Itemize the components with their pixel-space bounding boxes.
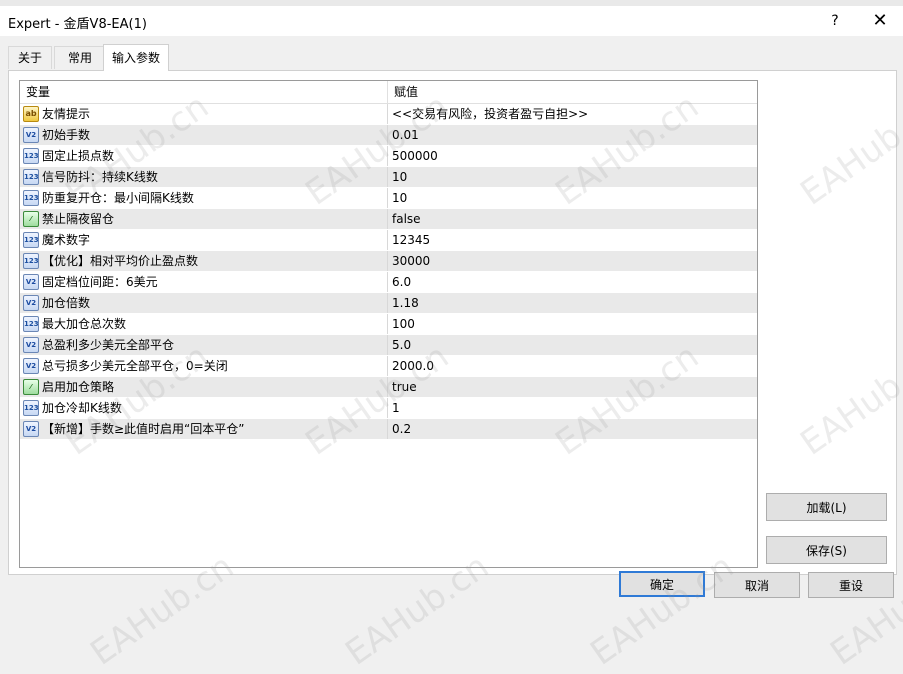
cell-divider: [387, 314, 388, 334]
cell-divider: [387, 167, 388, 187]
parameter-name: 总亏损多少美元全部平仓，0=关闭: [42, 359, 228, 373]
parameter-value[interactable]: 2000.0: [392, 356, 434, 376]
cell-divider: [387, 356, 388, 376]
table-row[interactable]: 123 【优化】相对平均价止盈点数 30000: [20, 251, 757, 272]
string-type-icon: ab: [23, 106, 39, 122]
table-row[interactable]: 123 防重复开仓：最小间隔K线数 10: [20, 188, 757, 209]
double-type-icon: V2: [23, 421, 39, 437]
parameter-name: 加仓冷却K线数: [42, 401, 122, 415]
parameter-name: 总盈利多少美元全部平仓: [42, 338, 175, 352]
parameter-name: 【优化】相对平均价止盈点数: [42, 254, 199, 268]
reset-button[interactable]: 重设: [808, 572, 894, 598]
parameter-value[interactable]: 100: [392, 314, 415, 334]
boolean-type-icon: ⁄: [23, 211, 39, 227]
cell-divider: [387, 251, 388, 271]
table-row[interactable]: V2 固定档位间距：6美元 6.0: [20, 272, 757, 293]
cell-divider: [387, 146, 388, 166]
cell-divider: [387, 293, 388, 313]
title-bar: Expert - 金盾V8-EA(1) ? ✕: [0, 6, 903, 36]
header-variable[interactable]: 变量: [26, 81, 50, 103]
cell-divider: [387, 125, 388, 145]
table-row[interactable]: ab 友情提示 <<交易有风险，投资者盈亏自担>>: [20, 104, 757, 125]
parameter-name: 加仓倍数: [42, 296, 91, 310]
integer-type-icon: 123: [23, 232, 39, 248]
parameter-value[interactable]: 10: [392, 188, 407, 208]
double-type-icon: V2: [23, 295, 39, 311]
load-button[interactable]: 加载(L): [766, 493, 887, 521]
save-button[interactable]: 保存(S): [766, 536, 887, 564]
cell-divider: [387, 398, 388, 418]
parameter-value[interactable]: false: [392, 209, 421, 229]
parameter-value[interactable]: 0.01: [392, 125, 419, 145]
close-button[interactable]: ✕: [860, 6, 900, 36]
table-row[interactable]: V2 【新增】手数≥此值时启用“回本平仓” 0.2: [20, 419, 757, 440]
parameter-value[interactable]: 500000: [392, 146, 438, 166]
table-row[interactable]: 123 魔术数字 12345: [20, 230, 757, 251]
parameter-value[interactable]: 0.2: [392, 419, 411, 439]
table-row[interactable]: 123 加仓冷却K线数 1: [20, 398, 757, 419]
integer-type-icon: 123: [23, 169, 39, 185]
table-row[interactable]: ⁄ 禁止隔夜留仓 false: [20, 209, 757, 230]
window-title: Expert - 金盾V8-EA(1): [8, 17, 147, 32]
cell-divider: [387, 272, 388, 292]
boolean-type-icon: ⁄: [23, 379, 39, 395]
table-row[interactable]: V2 总盈利多少美元全部平仓 5.0: [20, 335, 757, 356]
table-row[interactable]: V2 初始手数 0.01: [20, 125, 757, 146]
parameter-name: 友情提示: [42, 107, 91, 121]
parameter-name: 魔术数字: [42, 233, 91, 247]
parameter-value[interactable]: 1.18: [392, 293, 419, 313]
double-type-icon: V2: [23, 337, 39, 353]
double-type-icon: V2: [23, 127, 39, 143]
parameter-name: 禁止隔夜留仓: [42, 212, 115, 226]
table-header: 变量 赋值: [20, 81, 757, 104]
parameter-value[interactable]: 6.0: [392, 272, 411, 292]
integer-type-icon: 123: [23, 190, 39, 206]
cell-divider: [387, 230, 388, 250]
parameter-value[interactable]: 12345: [392, 230, 430, 250]
parameter-name: 防重复开仓：最小间隔K线数: [42, 191, 194, 205]
table-rows: ab 友情提示 <<交易有风险，投资者盈亏自担>> V2 初始手数 0.01 123 固定止损…: [20, 104, 757, 440]
integer-type-icon: 123: [23, 148, 39, 164]
column-divider[interactable]: [387, 81, 388, 103]
tab-inputs[interactable]: 输入参数: [103, 44, 169, 71]
table-row[interactable]: 123 固定止损点数 500000: [20, 146, 757, 167]
table-row[interactable]: 123 最大加仓总次数 100: [20, 314, 757, 335]
cell-divider: [387, 419, 388, 439]
cell-divider: [387, 209, 388, 229]
parameter-name: 固定档位间距：6美元: [42, 275, 158, 289]
cell-divider: [387, 377, 388, 397]
parameter-value[interactable]: 10: [392, 167, 407, 187]
ok-button[interactable]: 确定: [619, 571, 705, 597]
table-row[interactable]: ⁄ 启用加仓策略 true: [20, 377, 757, 398]
tab-about[interactable]: 关于: [8, 46, 52, 69]
integer-type-icon: 123: [23, 316, 39, 332]
table-row[interactable]: V2 总亏损多少美元全部平仓，0=关闭 2000.0: [20, 356, 757, 377]
parameter-name: 【新增】手数≥此值时启用“回本平仓”: [42, 422, 245, 436]
table-row[interactable]: V2 加仓倍数 1.18: [20, 293, 757, 314]
parameter-value[interactable]: 5.0: [392, 335, 411, 355]
parameter-value[interactable]: <<交易有风险，投资者盈亏自担>>: [392, 104, 588, 124]
cancel-button[interactable]: 取消: [714, 572, 800, 598]
parameter-value[interactable]: 1: [392, 398, 400, 418]
parameter-name: 启用加仓策略: [42, 380, 115, 394]
cell-divider: [387, 335, 388, 355]
cell-divider: [387, 104, 388, 124]
parameter-name: 信号防抖：持续K线数: [42, 170, 158, 184]
cell-divider: [387, 188, 388, 208]
integer-type-icon: 123: [23, 400, 39, 416]
table-row[interactable]: 123 信号防抖：持续K线数 10: [20, 167, 757, 188]
header-value[interactable]: 赋值: [394, 81, 418, 103]
help-button[interactable]: ?: [815, 6, 855, 36]
double-type-icon: V2: [23, 358, 39, 374]
parameter-name: 最大加仓总次数: [42, 317, 127, 331]
parameter-name: 固定止损点数: [42, 149, 115, 163]
parameter-value[interactable]: true: [392, 377, 417, 397]
integer-type-icon: 123: [23, 253, 39, 269]
double-type-icon: V2: [23, 274, 39, 290]
parameter-name: 初始手数: [42, 128, 91, 142]
parameter-value[interactable]: 30000: [392, 251, 430, 271]
parameters-table: 变量 赋值 ab 友情提示 <<交易有风险，投资者盈亏自担>> V2 初始手数 0.01 1…: [19, 80, 758, 568]
tab-common[interactable]: 常用: [54, 46, 106, 69]
